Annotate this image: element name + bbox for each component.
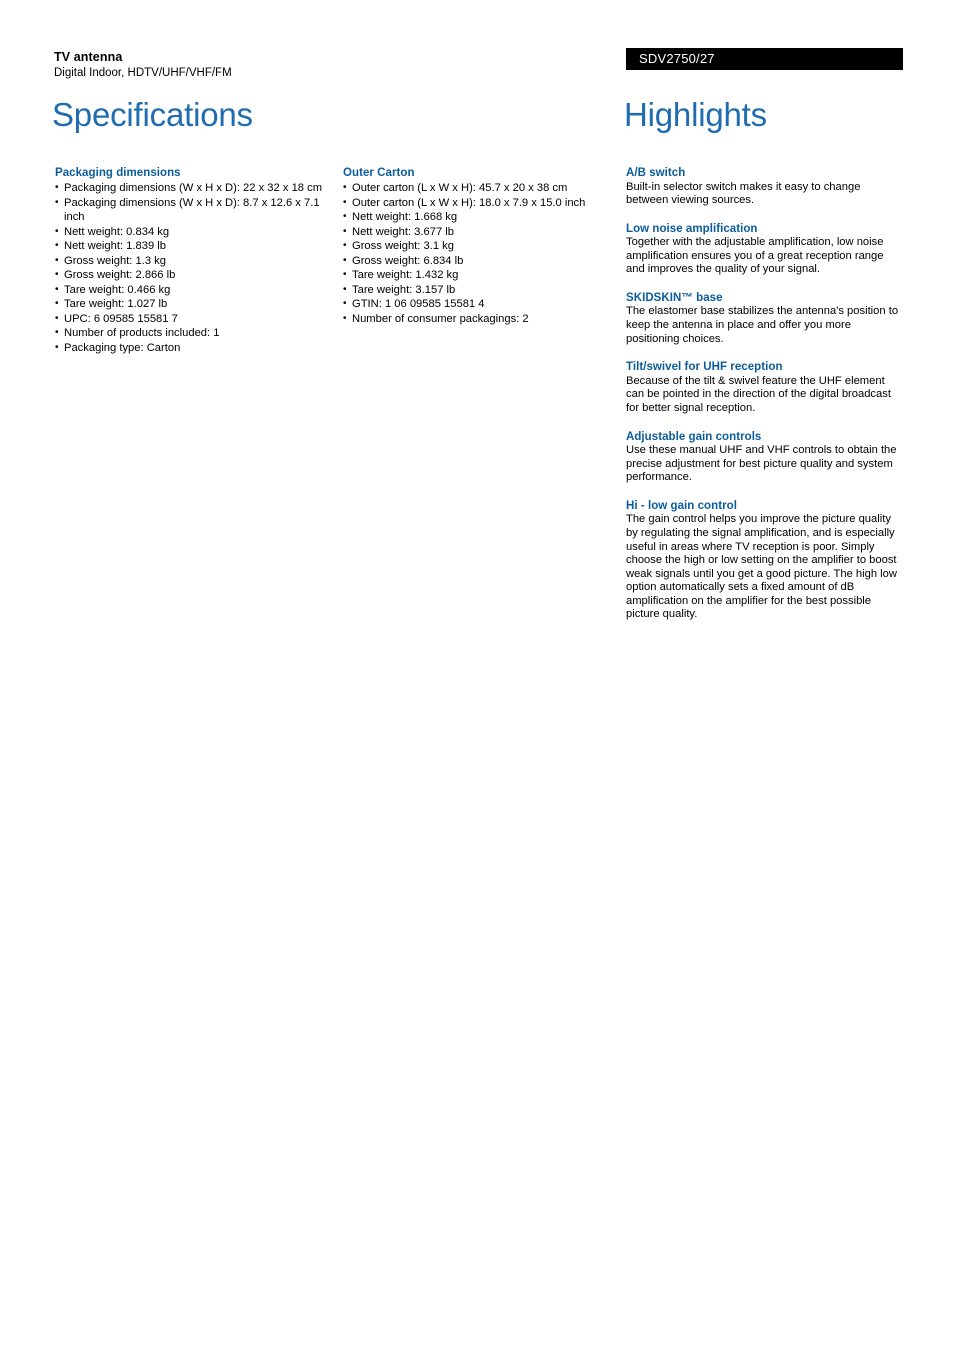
spec-list: Packaging dimensions (W x H x D): 22 x 3… (55, 181, 335, 355)
spec-item: Packaging dimensions (W x H x D): 8.7 x … (55, 196, 335, 225)
highlight-heading: Tilt/swivel for UHF reception (626, 361, 783, 374)
highlight-heading: A/B switch (626, 167, 686, 179)
spec-item: Nett weight: 1.839 lb (55, 239, 335, 254)
spec-group-packaging-dimensions: Packaging dimensions Packaging dimension… (55, 166, 335, 355)
spec-item: Number of consumer packagings: 2 (343, 312, 623, 327)
spec-item: Gross weight: 3.1 kg (343, 239, 623, 254)
spec-list: Outer carton (L x W x H): 45.7 x 20 x 38… (343, 181, 623, 326)
page-footer: PHILIPS (0, 1150, 954, 1300)
highlight-body: Because of the tilt & swivel feature the… (626, 374, 891, 414)
spec-item: Tare weight: 1.027 lb (55, 297, 335, 312)
product-code: SDV2750/27 (639, 51, 715, 66)
product-subtitle: Digital Indoor, HDTV/UHF/VHF/FM (54, 67, 232, 79)
spec-group-heading: Outer Carton (343, 167, 415, 179)
highlight-skidskin-base: SKIDSKIN™ base The elastomer base stabil… (626, 291, 904, 346)
specs-column-2: Outer Carton Outer carton (L x W x H): 4… (343, 166, 623, 340)
highlight-heading: Adjustable gain controls (626, 430, 762, 443)
spec-item: Nett weight: 1.668 kg (343, 210, 623, 225)
spec-item: Tare weight: 0.466 kg (55, 283, 335, 298)
highlights-title: Highlights (624, 96, 767, 133)
highlight-low-noise-amplification: Low noise amplification Together with th… (626, 222, 904, 277)
spec-item: Packaging dimensions (W x H x D): 22 x 3… (55, 181, 335, 196)
spec-item: Gross weight: 1.3 kg (55, 254, 335, 269)
spec-item: Gross weight: 2.866 lb (55, 268, 335, 283)
spec-group-heading: Packaging dimensions (55, 167, 181, 179)
spec-item: UPC: 6 09585 15581 7 (55, 312, 335, 327)
highlight-body: The gain control helps you improve the p… (626, 513, 897, 621)
highlight-body: Together with the adjustable amplificati… (626, 236, 884, 276)
spec-item: Nett weight: 3.677 lb (343, 225, 623, 240)
product-title: TV antenna (54, 50, 123, 64)
spec-item: Number of products included: 1 (55, 326, 335, 341)
datasheet-page: TV antenna Digital Indoor, HDTV/UHF/VHF/… (0, 0, 954, 1350)
spec-item: GTIN: 1 06 09585 15581 4 (343, 297, 623, 312)
highlight-body: Built-in selector switch makes it easy t… (626, 180, 861, 207)
highlight-body: The elastomer base stabilizes the antenn… (626, 305, 899, 345)
highlight-ab-switch: A/B switch Built-in selector switch make… (626, 166, 904, 208)
spec-item: Nett weight: 0.834 kg (55, 225, 335, 240)
product-code-bar: SDV2750/27 (626, 48, 903, 70)
specs-column-1: Packaging dimensions Packaging dimension… (55, 166, 335, 369)
highlight-hi-low-gain-control: Hi - low gain control The gain control h… (626, 499, 904, 622)
highlight-heading: Hi - low gain control (626, 499, 737, 512)
highlights-column: A/B switch Built-in selector switch make… (626, 166, 904, 636)
spec-item: Outer carton (L x W x H): 45.7 x 20 x 38… (343, 181, 623, 196)
highlight-heading: Low noise amplification (626, 222, 758, 235)
spec-group-outer-carton: Outer Carton Outer carton (L x W x H): 4… (343, 166, 623, 326)
highlight-body: Use these manual UHF and VHF controls to… (626, 444, 897, 484)
spec-item: Tare weight: 3.157 lb (343, 283, 623, 298)
highlight-heading: SKIDSKIN™ base (626, 291, 723, 304)
spec-item: Outer carton (L x W x H): 18.0 x 7.9 x 1… (343, 196, 623, 211)
spec-item: Tare weight: 1.432 kg (343, 268, 623, 283)
highlight-tilt-swivel-uhf: Tilt/swivel for UHF reception Because of… (626, 360, 904, 415)
specifications-title: Specifications (52, 96, 253, 133)
highlight-adjustable-gain-controls: Adjustable gain controls Use these manua… (626, 430, 904, 485)
spec-item: Gross weight: 6.834 lb (343, 254, 623, 269)
spec-item: Packaging type: Carton (55, 341, 335, 356)
